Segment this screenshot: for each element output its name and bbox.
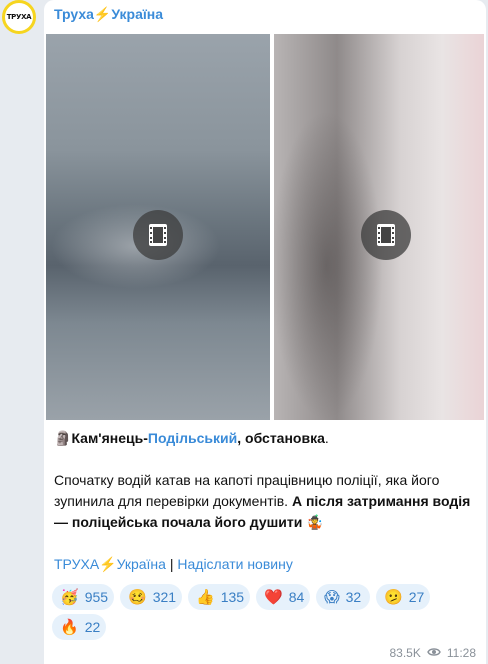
post-body: Спочатку водій катав на капоті працівниц… bbox=[54, 472, 471, 530]
diagonal-mouth-face-icon: 🫤 bbox=[384, 588, 403, 606]
send-news-link[interactable]: Надіслати новину bbox=[177, 556, 292, 572]
post-text: 🗿Кам'янець-Подільський, обстановка. Споч… bbox=[54, 428, 474, 575]
reaction-chip[interactable]: 🔥 22 bbox=[52, 614, 106, 640]
message-bubble: Труха⚡Україна 🗿Кам'янець-Подільський, об… bbox=[44, 0, 486, 664]
thumbs-up-icon: 👍 bbox=[196, 588, 215, 606]
post-headline: 🗿Кам'янець-Подільський, обстановка. bbox=[54, 430, 329, 446]
reaction-chip[interactable]: 🥳 955 bbox=[52, 584, 114, 610]
post-footer: ТРУХА⚡Україна | Надіслати новину bbox=[54, 556, 293, 572]
fire-icon: 🔥 bbox=[60, 618, 79, 636]
video-thumbnail-2[interactable] bbox=[274, 34, 484, 420]
channel-name[interactable]: Труха⚡Україна bbox=[54, 6, 163, 23]
message-time: 11:28 bbox=[446, 646, 476, 660]
video-thumbnail-1[interactable] bbox=[46, 34, 270, 420]
reaction-chip[interactable]: 👍 135 bbox=[188, 584, 250, 610]
reaction-chip[interactable]: 🥴 321 bbox=[120, 584, 182, 610]
avatar-text: ТРУХА bbox=[6, 13, 32, 21]
channel-avatar[interactable]: ТРУХА bbox=[2, 0, 36, 34]
media-album bbox=[46, 34, 484, 420]
screaming-face-icon: 😱 bbox=[324, 588, 340, 606]
party-face-icon: 🥳 bbox=[60, 588, 79, 606]
reaction-chip[interactable]: ❤️ 84 bbox=[256, 584, 310, 610]
reaction-chip[interactable]: 😱 32 bbox=[316, 584, 370, 610]
video-play-icon[interactable] bbox=[361, 210, 411, 260]
message-meta: 83.5K 11:28 bbox=[390, 646, 477, 660]
woozy-face-icon: 🥴 bbox=[128, 588, 147, 606]
view-count: 83.5K bbox=[389, 646, 421, 660]
channel-footer-link[interactable]: ТРУХА⚡Україна bbox=[54, 556, 166, 572]
city-link[interactable]: Подільський bbox=[148, 430, 237, 446]
eye-icon bbox=[427, 646, 441, 660]
moai-emoji-icon: 🗿 bbox=[54, 430, 72, 446]
reaction-chip[interactable]: 🫤 27 bbox=[376, 584, 430, 610]
juggler-emoji-icon: 🤹 bbox=[306, 514, 324, 530]
video-play-icon[interactable] bbox=[133, 210, 183, 260]
heart-icon: ❤️ bbox=[264, 588, 283, 606]
